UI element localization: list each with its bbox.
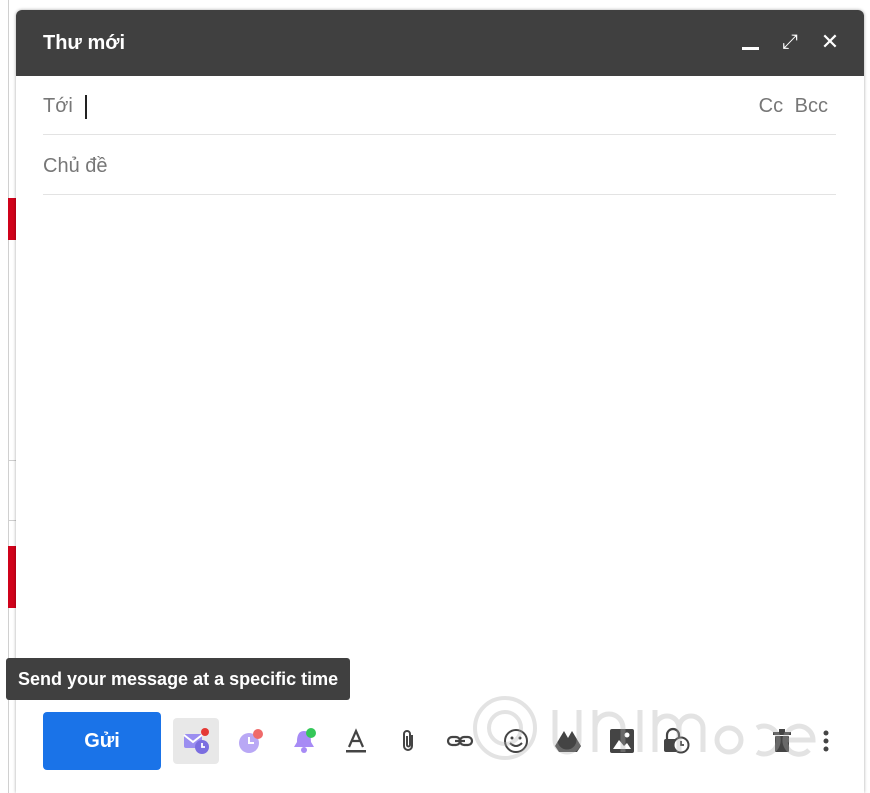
bcc-link[interactable]: Bcc [795,95,828,117]
cc-bcc-links: Cc Bcc [753,95,828,118]
emoji-icon[interactable] [501,726,531,756]
subject-placeholder: Chủ đề [43,155,108,177]
compose-title: Thư mới [43,32,126,54]
schedule-send-icon[interactable] [181,726,211,756]
reminder-bell-icon[interactable] [289,726,319,756]
confidential-mode-icon[interactable] [661,726,691,756]
link-icon[interactable] [445,726,475,756]
background-divider [8,520,16,521]
compose-toolbar: Gửi [43,712,843,772]
compose-window: Thư mới ⤢ ✕ Tới Cc Bcc Chủ đề Send your … [6,10,864,793]
subject-field[interactable]: Chủ đề [43,136,836,195]
delete-icon[interactable] [767,726,797,756]
background-divider [8,460,16,461]
expand-icon[interactable]: ⤢ [778,30,802,54]
schedule-send-tooltip: Send your message at a specific time [6,658,351,700]
message-body[interactable] [43,200,836,650]
text-caret [85,95,87,119]
cc-link[interactable]: Cc [759,95,783,117]
close-icon[interactable]: ✕ [818,30,842,54]
minimize-icon[interactable] [738,30,762,54]
to-label: Tới [43,95,73,117]
background-label-strip [8,546,16,608]
to-field[interactable]: Tới Cc Bcc [43,76,836,135]
text-format-icon[interactable] [341,726,371,756]
attach-icon[interactable] [393,726,423,756]
compose-header: Thư mới ⤢ ✕ [16,10,864,76]
photo-icon[interactable] [607,726,637,756]
more-options-icon[interactable] [811,726,841,756]
timer-icon[interactable] [235,726,265,756]
background-label-strip [8,198,16,240]
drive-icon[interactable] [553,726,583,756]
send-button[interactable]: Gửi [43,712,161,770]
